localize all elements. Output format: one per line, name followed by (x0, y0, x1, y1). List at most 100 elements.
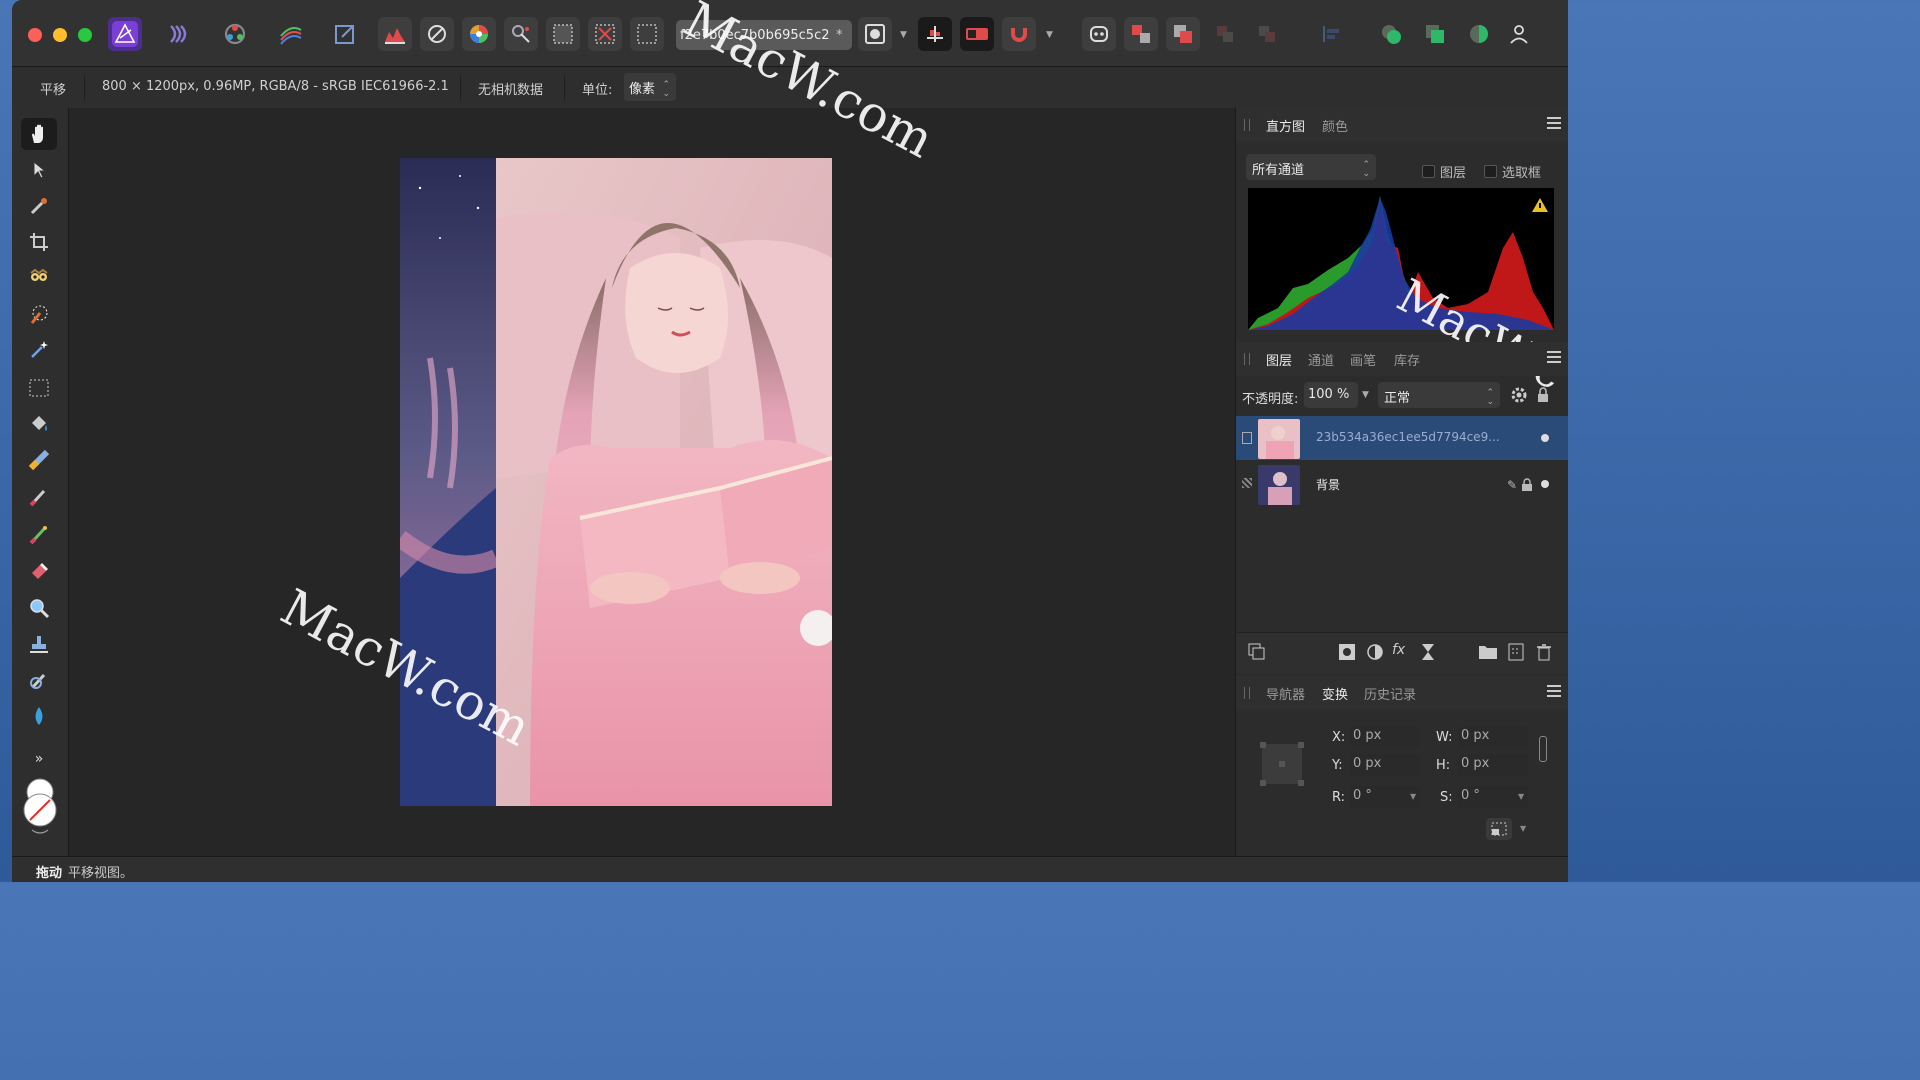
invert-selection-button[interactable] (630, 17, 664, 51)
y-input[interactable]: 0 px (1350, 754, 1420, 776)
healing-brush-tool[interactable] (21, 518, 57, 550)
layer-name[interactable]: 背景 (1316, 476, 1340, 493)
deselect-button[interactable] (588, 17, 622, 51)
rotation-dropdown-icon[interactable]: ▼ (1410, 792, 1416, 801)
color-picker-tool[interactable] (21, 190, 57, 222)
move-tool[interactable] (21, 154, 57, 186)
move-forward-button[interactable] (1124, 17, 1158, 51)
opacity-input[interactable]: 100 % (1304, 382, 1358, 408)
tab-layers[interactable]: 图层 (1266, 350, 1292, 369)
add-group-button[interactable] (1478, 643, 1498, 665)
transform-origin-button[interactable] (1486, 818, 1512, 840)
layer-row[interactable]: 背景 ✎ (1236, 462, 1568, 506)
assistant-mode-button[interactable] (960, 17, 994, 51)
photo-persona-button[interactable] (108, 17, 142, 51)
panel-grip-icon[interactable] (1244, 353, 1250, 365)
tab-stock[interactable]: 库存 (1394, 350, 1420, 369)
tone-mapping-persona-button[interactable] (274, 17, 308, 51)
anchor-selector[interactable] (1258, 740, 1306, 792)
lock-icon[interactable] (1521, 478, 1533, 496)
move-to-front-button[interactable] (1208, 17, 1242, 51)
zoom-window-button[interactable] (78, 28, 92, 42)
add-pixel-layer-button[interactable] (1508, 643, 1524, 665)
clone-brush-tool[interactable] (21, 628, 57, 660)
shear-dropdown-icon[interactable]: ▼ (1518, 792, 1524, 801)
delete-layer-button[interactable] (1536, 643, 1552, 665)
layer-checkbox[interactable]: 图层 (1422, 162, 1466, 181)
white-balance-button[interactable] (420, 17, 454, 51)
snapping-dropdown-chevron-icon[interactable]: ▼ (1046, 30, 1053, 40)
marquee-tool[interactable] (21, 372, 57, 404)
live-filter-button[interactable] (1420, 643, 1436, 665)
crop-tool[interactable] (21, 226, 57, 258)
channel-select[interactable]: 所有通道 ⌃ ⌄ (1246, 154, 1376, 180)
auto-adjust-button[interactable] (504, 17, 538, 51)
color-swatches[interactable] (22, 778, 58, 834)
gradient-tool[interactable] (21, 444, 57, 476)
snapping-button[interactable] (918, 17, 952, 51)
origin-dropdown-icon[interactable]: ▼ (1520, 824, 1526, 833)
magnet-button[interactable] (1002, 17, 1036, 51)
canvas-area[interactable]: MacW.com (69, 108, 1235, 856)
tab-transform[interactable]: 变换 (1322, 684, 1348, 703)
zoom-tool[interactable] (21, 592, 57, 624)
move-back-button[interactable] (1166, 17, 1200, 51)
x-input[interactable]: 0 px (1350, 726, 1420, 748)
visibility-dot-icon[interactable] (1541, 434, 1549, 442)
quick-mask-button[interactable] (858, 17, 892, 51)
document-tab[interactable]: f2e7b0ec7b0b695c5c2 * (676, 20, 852, 50)
w-input[interactable]: 0 px (1458, 726, 1528, 748)
link-aspect-icon[interactable] (1539, 736, 1547, 762)
export-persona-button[interactable] (328, 17, 362, 51)
boolean-add-button[interactable] (1374, 17, 1408, 51)
blend-mode-select[interactable]: 正常 ⌃ ⌄ (1378, 382, 1500, 408)
levels-button[interactable] (378, 17, 412, 51)
erase-brush-tool[interactable] (21, 554, 57, 586)
minimize-window-button[interactable] (53, 28, 67, 42)
account-button[interactable] (1502, 17, 1536, 51)
add-mask-button[interactable] (1338, 643, 1356, 665)
panel-grip-icon[interactable] (1244, 687, 1250, 699)
tab-brushes[interactable]: 画笔 (1350, 350, 1376, 369)
layer-options-button[interactable] (1248, 643, 1266, 665)
fx-icon[interactable]: fx (1392, 642, 1405, 658)
move-to-back-button[interactable] (1250, 17, 1284, 51)
select-all-button[interactable] (546, 17, 580, 51)
develop-persona-button[interactable] (218, 17, 252, 51)
flood-fill-tool[interactable] (21, 408, 57, 440)
h-input[interactable]: 0 px (1458, 754, 1528, 776)
tab-navigator[interactable]: 导航器 (1266, 684, 1305, 703)
paint-brush-tool[interactable] (21, 480, 57, 512)
panel-grip-icon[interactable] (1244, 119, 1250, 131)
flood-select-tool[interactable] (21, 298, 57, 330)
align-button[interactable] (1314, 17, 1348, 51)
boolean-intersect-button[interactable] (1462, 17, 1496, 51)
panel-menu-icon[interactable] (1547, 351, 1561, 366)
more-tools-button[interactable]: » (21, 748, 57, 770)
magic-wand-tool[interactable] (21, 334, 57, 366)
panel-menu-icon[interactable] (1547, 117, 1561, 132)
visibility-dot-icon[interactable] (1541, 480, 1549, 488)
tab-color[interactable]: 颜色 (1322, 116, 1348, 135)
tab-channels[interactable]: 通道 (1308, 350, 1334, 369)
hsl-button[interactable] (462, 17, 496, 51)
dodge-brush-tool[interactable] (21, 664, 57, 696)
lock-layer-icon[interactable] (1536, 386, 1550, 408)
blur-brush-tool[interactable] (21, 700, 57, 732)
panel-menu-icon[interactable] (1547, 685, 1561, 700)
hand-tool[interactable] (21, 118, 57, 150)
selection-brush-tool[interactable] (21, 262, 57, 294)
tab-history[interactable]: 历史记录 (1364, 684, 1416, 703)
layer-settings-gear-icon[interactable] (1510, 386, 1528, 408)
layer-name[interactable]: 23b534a36ec1ee5d7794ce9... (1316, 430, 1500, 444)
tab-histogram[interactable]: 直方图 (1266, 116, 1305, 135)
selection-checkbox[interactable]: 选取框 (1484, 162, 1541, 181)
opacity-dropdown-icon[interactable]: ▼ (1362, 390, 1369, 400)
boolean-subtract-button[interactable] (1418, 17, 1452, 51)
close-window-button[interactable] (28, 28, 42, 42)
assistant-button[interactable] (1082, 17, 1116, 51)
liquify-persona-button[interactable] (162, 17, 196, 51)
layer-row[interactable]: 23b534a36ec1ee5d7794ce9... (1236, 416, 1568, 460)
adjustment-button[interactable] (1366, 643, 1384, 665)
mask-dropdown-chevron-icon[interactable]: ▼ (900, 30, 907, 40)
